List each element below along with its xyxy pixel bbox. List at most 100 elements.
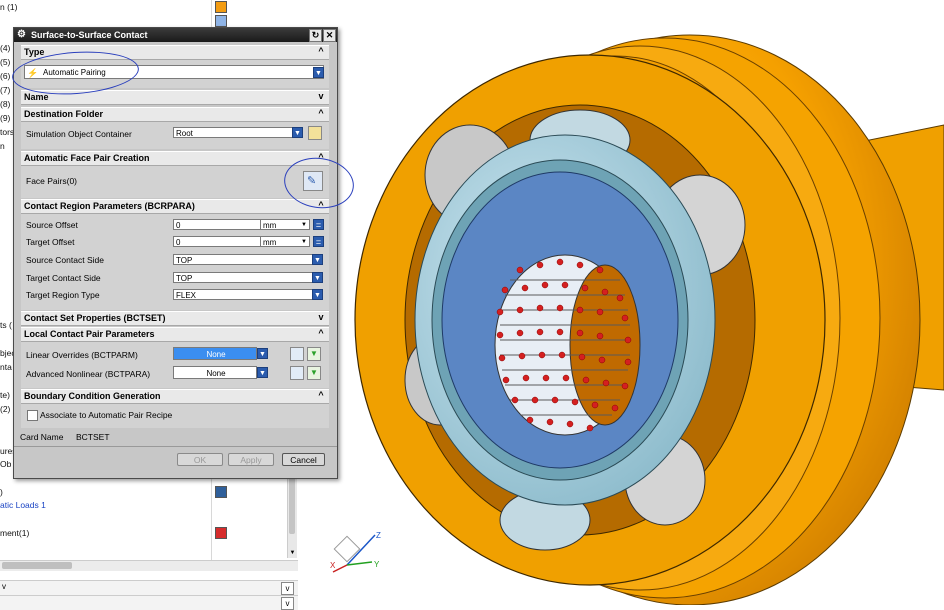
chevron-down-icon[interactable]: v: [316, 312, 326, 322]
gear-icon[interactable]: ⚙: [16, 29, 27, 40]
section-contact-region[interactable]: Contact Region Parameters (BCRPARA) ^: [21, 199, 329, 214]
chevron-up-icon[interactable]: ^: [316, 328, 326, 338]
svg-text:Y: Y: [374, 560, 380, 569]
associate-checkbox[interactable]: [27, 410, 38, 421]
nav-item[interactable]: nta: [0, 362, 12, 372]
nav-item[interactable]: (5): [0, 57, 10, 67]
horizontal-scrollbar[interactable]: [0, 560, 298, 571]
target-region-type-select[interactable]: FLEX: [173, 289, 313, 300]
create-face-pairs-icon[interactable]: ✎: [303, 171, 323, 191]
reset-icon[interactable]: ↻: [309, 29, 322, 42]
equals-icon[interactable]: =: [313, 219, 324, 230]
nav-item[interactable]: te): [0, 390, 10, 400]
color-swatch: [215, 15, 227, 27]
section-local-contact-pair[interactable]: Local Contact Pair Parameters ^: [21, 327, 329, 342]
chevron-down-icon[interactable]: v: [281, 582, 294, 595]
unit-label: mm: [263, 238, 277, 247]
equals-icon[interactable]: =: [313, 236, 324, 247]
nav-item[interactable]: (7): [0, 85, 10, 95]
target-offset-unit[interactable]: mm ▼: [260, 236, 310, 247]
section-auto-face-pair[interactable]: Automatic Face Pair Creation ^: [21, 151, 329, 166]
section-boundary-condition[interactable]: Boundary Condition Generation ^: [21, 389, 329, 404]
scroll-down-arrow-icon[interactable]: ▼: [288, 549, 297, 558]
section-destination-folder[interactable]: Destination Folder ^: [21, 107, 329, 122]
dropdown-arrow-icon[interactable]: ▼: [312, 254, 323, 265]
nav-item[interactable]: ts (: [0, 320, 12, 330]
details-panel-label: v: [2, 582, 6, 591]
scrollbar-thumb[interactable]: [2, 562, 72, 569]
linear-overrides-select[interactable]: None: [173, 347, 257, 360]
folder-icon[interactable]: [308, 126, 322, 140]
details-panel-header[interactable]: v v: [0, 580, 298, 595]
ok-button[interactable]: OK: [177, 453, 223, 466]
nav-item[interactable]: (4): [0, 43, 10, 53]
modeling-objects-icon[interactable]: [290, 366, 304, 380]
dropdown-arrow-icon[interactable]: ▼: [257, 348, 268, 359]
nav-item[interactable]: ment(1): [0, 528, 29, 538]
dropdown-arrow-icon[interactable]: ▼: [292, 127, 303, 138]
source-offset-input[interactable]: 0: [173, 219, 261, 230]
section-contact-set[interactable]: Contact Set Properties (BCTSET) v: [21, 311, 329, 326]
scrollbar-thumb[interactable]: [289, 474, 295, 534]
section-label: Contact Region Parameters (BCRPARA): [24, 201, 195, 211]
dropdown-arrow-icon[interactable]: ▼: [313, 67, 324, 78]
advanced-nonlinear-select[interactable]: None: [173, 366, 257, 379]
chevron-up-icon[interactable]: ^: [316, 390, 326, 400]
triangle-down-icon: ▼: [310, 368, 318, 377]
vertical-scrollbar[interactable]: ▼: [287, 470, 297, 558]
close-icon[interactable]: ✕: [323, 29, 336, 42]
apply-button[interactable]: Apply: [228, 453, 274, 466]
chevron-down-icon[interactable]: v: [281, 597, 294, 610]
nav-item[interactable]: n (1): [0, 2, 17, 12]
nav-item[interactable]: (2): [0, 404, 10, 414]
dropdown-arrow-icon[interactable]: ▼: [257, 367, 268, 378]
dropdown-arrow-icon[interactable]: ▼: [312, 289, 323, 300]
section-label: Name: [24, 92, 49, 102]
contact-region-body: Source Offset 0 mm ▼ = Target Offset 0 mm…: [21, 214, 329, 310]
triangle-down-icon: ▼: [310, 349, 318, 358]
cv-joint-model[interactable]: Z Y X: [300, 0, 944, 605]
green-chevron-down-icon[interactable]: ▼: [307, 347, 321, 361]
chevron-down-icon[interactable]: v: [316, 91, 326, 101]
nav-item[interactable]: ): [0, 487, 3, 497]
type-body: Automatic Pairing ⚡ ▼: [21, 60, 329, 88]
chevron-up-icon[interactable]: ^: [316, 152, 326, 162]
unit-label: mm: [263, 221, 277, 230]
dialog-titlebar[interactable]: ⚙ Surface-to-Surface Contact ↻ ✕: [14, 28, 337, 42]
local-pair-body: Linear Overrides (BCTPARM) None ▼ ▼ Adva…: [21, 342, 329, 388]
chevron-up-icon[interactable]: ^: [316, 108, 326, 118]
cancel-button[interactable]: Cancel: [282, 453, 325, 466]
auto-face-body: Face Pairs(0) ✎: [21, 166, 329, 198]
card-name-label: Card Name: [20, 432, 64, 442]
section-type[interactable]: Type ^: [21, 45, 329, 60]
field-label: Face Pairs(0): [26, 176, 78, 186]
dropdown-arrow-icon[interactable]: ▼: [312, 272, 323, 283]
chevron-up-icon[interactable]: ^: [316, 200, 326, 210]
nav-item[interactable]: (6): [0, 71, 10, 81]
green-chevron-down-icon[interactable]: ▼: [307, 366, 321, 380]
modeling-objects-icon[interactable]: [290, 347, 304, 361]
source-contact-side-select[interactable]: TOP: [173, 254, 313, 265]
container-select[interactable]: Root: [173, 127, 293, 138]
field-label: Source Offset: [26, 220, 78, 230]
nav-item[interactable]: (9): [0, 113, 10, 123]
nav-item[interactable]: Ob: [0, 459, 11, 469]
graphics-viewport[interactable]: Z Y X: [300, 0, 944, 605]
nav-item-link[interactable]: atic Loads 1: [0, 500, 46, 510]
target-contact-side-select[interactable]: TOP: [173, 272, 313, 283]
nav-item[interactable]: (8): [0, 99, 10, 109]
field-label: Source Contact Side: [26, 255, 104, 265]
type-select[interactable]: Automatic Pairing: [24, 65, 324, 79]
field-label: Target Region Type: [26, 290, 100, 300]
field-label: Linear Overrides (BCTPARM): [26, 350, 138, 360]
section-name[interactable]: Name v: [21, 90, 329, 105]
preview-panel-header[interactable]: v: [0, 595, 298, 610]
source-offset-unit[interactable]: mm ▼: [260, 219, 310, 230]
target-offset-input[interactable]: 0: [173, 236, 261, 247]
chevron-up-icon[interactable]: ^: [316, 46, 326, 56]
field-label: Target Offset: [26, 237, 75, 247]
coordinate-triad: Z Y X: [330, 531, 381, 573]
nav-item[interactable]: n: [0, 141, 5, 151]
color-swatch: [215, 1, 227, 13]
section-label: Boundary Condition Generation: [24, 391, 161, 401]
